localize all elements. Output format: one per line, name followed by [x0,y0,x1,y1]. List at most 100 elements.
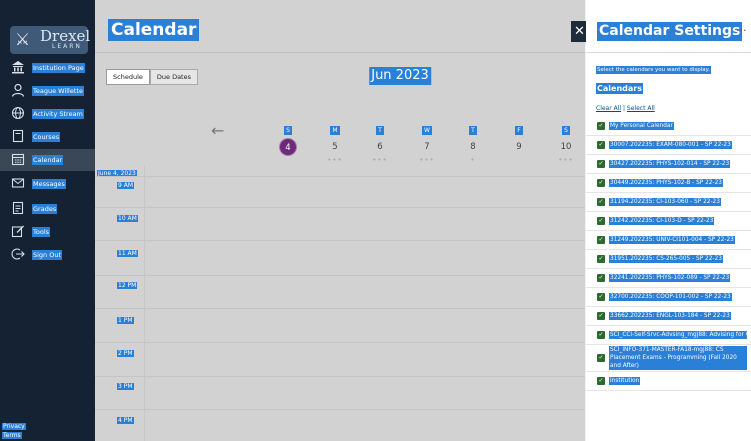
more-options-icon[interactable]: ··· [736,24,747,37]
day-column[interactable]: W 7 ••• [407,117,447,164]
select-links: Clear All | Select All [596,105,655,112]
sidebar-item-label: Institution Page [32,63,85,73]
checkbox-checked-icon[interactable]: ✓ [597,293,605,301]
sidebar-item-grades[interactable]: Grades [0,198,95,220]
checkbox-checked-icon[interactable]: ✓ [597,198,605,206]
calendar-main: Calendar Schedule Due Dates Jun 2023 ← S… [95,0,585,441]
day-of-week: S [284,126,292,135]
tab-schedule[interactable]: Schedule [106,69,150,85]
calendar-item[interactable]: ✓ 31242.202235: CI-103-D - SP 22-23 [586,212,751,231]
sidebar-item-label: Activity Stream [32,109,84,119]
checkbox-checked-icon[interactable]: ✓ [597,141,605,149]
sidebar-item-label: Grades [32,204,58,214]
day-column[interactable]: S 4 [268,117,308,156]
sign-out-icon [10,247,26,263]
checkbox-checked-icon[interactable]: ✓ [597,274,605,282]
sidebar-item-label: Courses [32,132,61,142]
clear-all-link[interactable]: Clear All [596,105,621,112]
grades-icon [10,201,26,217]
calendar-item[interactable]: ✓ 32241.202235: PHYS-102-089 - SP 22-23 [586,269,751,288]
envelope-icon [10,176,26,192]
hour-label: 1 PM [117,317,134,324]
sidebar-item-label: Calendar [32,155,64,165]
hour-label: 12 PM [117,282,138,289]
calendar-label: 32241.202235: PHYS-102-089 - SP 22-23 [609,274,731,282]
calendar-item[interactable]: ✓ 31194.202235: CI-103-060 - SP 22-23 [586,193,751,212]
calendar-item[interactable]: ✓ 33662.202235: ENGL-103-184 - SP 22-23 [586,307,751,326]
sidebar-item-activity-stream[interactable]: Activity Stream [0,103,95,125]
day-column[interactable]: M 5 ••• [315,117,355,164]
sidebar-item-profile[interactable]: Teague Willette [0,80,95,102]
sidebar-item-tools[interactable]: Tools [0,221,95,243]
sidebar-item-calendar[interactable]: Calendar [0,149,95,171]
day-column[interactable]: F 9 [499,117,539,156]
hour-line [95,176,585,177]
sidebar-item-institution-page[interactable]: Institution Page [0,57,95,79]
day-of-week: W [422,126,432,135]
day-of-week: T [469,126,477,135]
calendar-item[interactable]: ✓ My Personal Calendar [586,117,751,136]
day-of-week: M [330,126,340,135]
month-label[interactable]: Jun 2023 [369,67,431,85]
day-number: 9 [516,142,522,152]
calendar-item[interactable]: ✓ 30427.202235: PHYS-102-014 - SP 22-23 [586,155,751,174]
globe-icon [10,106,26,122]
terms-link[interactable]: Terms [2,432,22,439]
panel-title: Calendar Settings [597,22,743,41]
sidebar-item-label: Messages [32,179,66,189]
day-column[interactable]: T 8 • [453,117,493,164]
checkbox-checked-icon[interactable]: ✓ [597,255,605,263]
calendar-item[interactable]: ✓ 31951.202235: CS-265-005 - SP 22-23 [586,250,751,269]
day-number: 7 [424,142,430,152]
drexel-learn-logo[interactable]: ⚔ Drexel LEARN [10,26,90,54]
calendar-item[interactable]: ✓ Institution [586,372,751,391]
hour-label: 10 AM [117,215,138,222]
sidebar-item-label: Sign Out [32,250,63,260]
checkbox-checked-icon[interactable]: ✓ [597,312,605,320]
day-number: 10 [560,142,572,152]
day-column[interactable]: S 10 ••• [546,117,586,164]
calendar-item[interactable]: ✓ SCI_INFO-371-MASTER-FA18-mgj88: CS Pla… [586,345,751,372]
checkbox-checked-icon[interactable]: ✓ [597,377,605,385]
calendar-item[interactable]: ✓ 31249.202235: UNIV-CI101-004 - SP 22-2… [586,231,751,250]
calendar-label: 30449.202235: PHYS-102-B - SP 22-23 [609,179,723,187]
calendar-label: 30007.202235: EXAM-080-001 - SP 22-23 [609,141,732,149]
day-of-week: S [562,126,570,135]
hour-label: 11 AM [117,250,138,257]
calendar-item[interactable]: ✓ 30007.202235: EXAM-080-001 - SP 22-23 [586,136,751,155]
checkbox-checked-icon[interactable]: ✓ [597,179,605,187]
tab-due-dates[interactable]: Due Dates [149,69,198,85]
checkbox-checked-icon[interactable]: ✓ [597,122,605,130]
sidebar-item-sign-out[interactable]: Sign Out [0,244,95,266]
panel-description: Select the calendars you want to display… [596,66,711,74]
day-number: 6 [377,142,383,152]
header-divider [95,52,585,53]
view-toggle: Schedule Due Dates [106,69,198,85]
calendar-label: Institution [609,377,641,385]
select-all-link[interactable]: Select All [627,105,655,112]
checkbox-checked-icon[interactable]: ✓ [597,217,605,225]
sidebar-item-messages[interactable]: Messages [0,173,95,195]
dragon-logo-icon: ⚔ [15,30,31,50]
event-dots: • [470,156,476,164]
sidebar: ⚔ Drexel LEARN Institution Page Teague W… [0,0,95,441]
calendar-icon [10,152,26,168]
checkbox-checked-icon[interactable]: ✓ [597,160,605,168]
hour-label: 4 PM [117,417,134,424]
courses-icon [10,129,26,145]
calendar-item[interactable]: ✓ 32700.202235: COOP-101-002 - SP 22-23 [586,288,751,307]
panel-divider [586,52,751,53]
checkbox-checked-icon[interactable]: ✓ [597,236,605,244]
calendar-item[interactable]: ✓ SCI_CCI-Self-Srvc-Advsing_mgj88: Advis… [586,326,751,345]
previous-week-arrow-icon[interactable]: ← [211,121,224,140]
day-column[interactable]: T 6 ••• [360,117,400,164]
checkbox-checked-icon[interactable]: ✓ [597,331,605,339]
privacy-link[interactable]: Privacy [2,423,26,430]
link-separator: | [622,105,625,112]
calendar-item[interactable]: ✓ 30449.202235: PHYS-102-B - SP 22-23 [586,174,751,193]
day-number: 8 [470,142,476,152]
checkbox-checked-icon[interactable]: ✓ [597,354,605,362]
hour-line [95,275,585,276]
calendar-label: 31249.202235: UNIV-CI101-004 - SP 22-23 [609,236,735,244]
sidebar-item-courses[interactable]: Courses [0,126,95,148]
